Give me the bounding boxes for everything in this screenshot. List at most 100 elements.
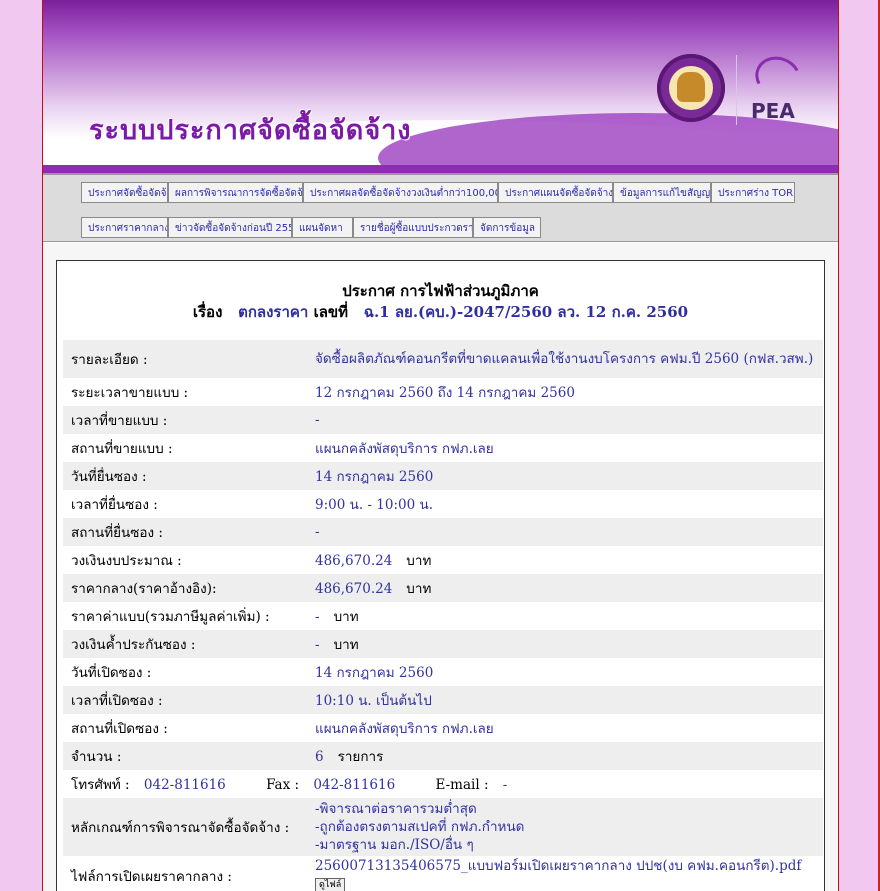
subject-value: ตกลงราคา xyxy=(238,303,309,321)
doc-price-value: - xyxy=(315,609,320,625)
fax-label: Fax : xyxy=(266,777,300,793)
email-value: - xyxy=(502,777,508,793)
description-value: จัดซื้อผลิตภัณฑ์คอนกรีตที่ขาดแคลนเพื่อใช… xyxy=(307,340,823,378)
sale-place-value: แผนกคลังพัสดุบริการ กฟภ.เลย xyxy=(307,434,823,462)
table-row: ไฟล์การเปิดเผยราคากลาง : 256007131354065… xyxy=(63,856,823,891)
submit-date-value: 14 กรกฎาคม 2560 xyxy=(307,462,823,490)
file-name-link[interactable]: 25600713135406575_แบบฟอร์มเปิดเผยราคากลา… xyxy=(315,858,817,875)
row-label: วันที่เปิดซอง : xyxy=(63,658,307,686)
row-label: สถานที่ขายแบบ : xyxy=(63,434,307,462)
budget-cell: 486,670.24 บาท xyxy=(307,546,823,574)
table-row: เวลาที่ขายแบบ : - xyxy=(63,406,823,434)
table-row: วันที่เปิดซอง : 14 กรกฎาคม 2560 xyxy=(63,658,823,686)
unit-text: รายการ xyxy=(337,749,384,765)
pea-emblem-logo xyxy=(657,54,725,122)
phone-label: โทรศัพท์ : xyxy=(71,777,130,793)
table-row: จำนวน : 6 รายการ xyxy=(63,742,823,770)
nav-procurement-plan[interactable]: ประกาศแผนจัดซื้อจัดจ้าง xyxy=(498,182,613,203)
row-label: เวลาที่ยื่นซอง : xyxy=(63,490,307,518)
doc-price-cell: - บาท xyxy=(307,602,823,630)
row-label: ระยะเวลาขายแบบ : xyxy=(63,378,307,406)
table-row: เวลาที่ยื่นซอง : 9:00 น. - 10:00 น. xyxy=(63,490,823,518)
table-row: วันที่ยื่นซอง : 14 กรกฎาคม 2560 xyxy=(63,462,823,490)
announcement-heading: ประกาศ การไฟฟ้าส่วนภูมิภาค เรื่อง ตกลงรา… xyxy=(57,261,824,323)
nav-contract-amendments[interactable]: ข้อมูลการแก้ไขสัญญา xyxy=(613,182,711,203)
table-row: โทรศัพท์ : 042-811616 Fax : 042-811616 E… xyxy=(63,770,823,798)
row-label: ราคาค่าแบบ(รวมภาษีมูลค่าเพิ่ม) : xyxy=(63,602,307,630)
quantity-cell: 6 รายการ xyxy=(307,742,823,770)
table-row: วงเงินค้ำประกันซอง : - บาท xyxy=(63,630,823,658)
criteria-line: -ถูกต้องตรงตามสเปคที่ กฟภ.กำหนด xyxy=(315,819,525,835)
unit-text: บาท xyxy=(333,637,359,653)
fax-value: 042-811616 xyxy=(313,777,396,793)
file-cell: 25600713135406575_แบบฟอร์มเปิดเผยราคากลา… xyxy=(307,856,823,891)
table-row: ระยะเวลาขายแบบ : 12 กรกฎาคม 2560 ถึง 14 … xyxy=(63,378,823,406)
banner-stripe xyxy=(43,165,838,173)
nav-row: ประกาศราคากลาง ข่าวจัดซื้อจัดจ้างก่อนปี … xyxy=(81,217,541,238)
unit-text: บาท xyxy=(406,581,432,597)
table-row: สถานที่ยื่นซอง : - xyxy=(63,518,823,546)
row-label: วันที่ยื่นซอง : xyxy=(63,462,307,490)
submit-time-value: 9:00 น. - 10:00 น. xyxy=(307,490,823,518)
table-row: รายละเอียด : จัดซื้อผลิตภัณฑ์คอนกรีตที่ข… xyxy=(63,340,823,378)
row-label: ไฟล์การเปิดเผยราคากลาง : xyxy=(63,856,307,891)
nav-procurement-results[interactable]: ผลการพิจารณาการจัดซื้อจัดจ้าง xyxy=(168,182,303,203)
site-banner: ระบบประกาศจัดซื้อจัดจ้าง PEA xyxy=(43,0,838,173)
nav-news-before-2556[interactable]: ข่าวจัดซื้อจัดจ้างก่อนปี 2556 xyxy=(168,217,292,238)
nav-bidder-list[interactable]: รายชื่อผู้ซื้อแบบประกวดราคา xyxy=(353,217,473,238)
unit-text: บาท xyxy=(333,609,359,625)
announcement-panel: ประกาศ การไฟฟ้าส่วนภูมิภาค เรื่อง ตกลงรา… xyxy=(56,260,825,891)
pea-logo-text: PEA xyxy=(751,99,795,123)
row-label: หลักเกณฑ์การพิจารณาจัดซื้อจัดจ้าง : xyxy=(63,798,307,856)
open-date-value: 14 กรกฎาคม 2560 xyxy=(307,658,823,686)
pea-logo: PEA xyxy=(736,50,807,125)
row-label: วงเงินงบประมาณ : xyxy=(63,546,307,574)
criteria-value: -พิจารณาต่อราคารวมต่ำสุด -ถูกต้องตรงตามส… xyxy=(307,798,823,856)
sale-time-value: - xyxy=(307,406,823,434)
nav-procurement-announcements[interactable]: ประกาศจัดซื้อจัดจ้าง xyxy=(81,182,168,203)
open-time-value: 10:10 น. เป็นต้นไป xyxy=(307,686,823,714)
table-row: เวลาที่เปิดซอง : 10:10 น. เป็นต้นไป xyxy=(63,686,823,714)
page-frame: ระบบประกาศจัดซื้อจัดจ้าง PEA ประกาศจัดซื… xyxy=(42,0,839,891)
subject-label: เรื่อง xyxy=(192,303,223,321)
table-row: หลักเกณฑ์การพิจารณาจัดซื้อจัดจ้าง : -พิจ… xyxy=(63,798,823,856)
main-nav: ประกาศจัดซื้อจัดจ้าง ผลการพิจารณาการจัดซ… xyxy=(43,173,838,242)
row-label: เวลาที่ขายแบบ : xyxy=(63,406,307,434)
submit-place-value: - xyxy=(307,518,823,546)
nav-reference-price[interactable]: ประกาศราคากลาง xyxy=(81,217,168,238)
row-label: จำนวน : xyxy=(63,742,307,770)
sale-period-value: 12 กรกฎาคม 2560 ถึง 14 กรกฎาคม 2560 xyxy=(307,378,823,406)
phone-value: 042-811616 xyxy=(143,777,226,793)
nav-draft-tor[interactable]: ประกาศร่าง TOR xyxy=(711,182,795,203)
table-row: ราคาค่าแบบ(รวมภาษีมูลค่าเพิ่ม) : - บาท xyxy=(63,602,823,630)
nav-results-under-100k[interactable]: ประกาศผลจัดซื้อจัดจ้างวงเงินต่ำกว่า100,0… xyxy=(303,182,498,203)
email-label: E-mail : xyxy=(435,777,489,793)
table-row: สถานที่ขายแบบ : แผนกคลังพัสดุบริการ กฟภ.… xyxy=(63,434,823,462)
table-row: สถานที่เปิดซอง : แผนกคลังพัสดุบริการ กฟภ… xyxy=(63,714,823,742)
criteria-line: -มาตรฐาน มอก./ISO/อื่น ๆ xyxy=(315,837,474,853)
details-table: รายละเอียด : จัดซื้อผลิตภัณฑ์คอนกรีตที่ข… xyxy=(63,340,823,891)
budget-value: 486,670.24 xyxy=(315,553,393,569)
view-file-button[interactable]: ดูไฟล์ xyxy=(315,878,346,891)
ref-price-value: 486,670.24 xyxy=(315,581,393,597)
row-label: เวลาที่เปิดซอง : xyxy=(63,686,307,714)
nav-supply-plan[interactable]: แผนจัดหา xyxy=(292,217,353,238)
ref-price-cell: 486,670.24 บาท xyxy=(307,574,823,602)
row-label: วงเงินค้ำประกันซอง : xyxy=(63,630,307,658)
table-row: วงเงินงบประมาณ : 486,670.24 บาท xyxy=(63,546,823,574)
announcement-subject-line: เรื่อง ตกลงราคา เลขที่ ฉ.1 ลย.(คบ.)-2047… xyxy=(57,302,824,323)
row-label: สถานที่เปิดซอง : xyxy=(63,714,307,742)
open-place-value: แผนกคลังพัสดุบริการ กฟภ.เลย xyxy=(307,714,823,742)
criteria-line: -พิจารณาต่อราคารวมต่ำสุด xyxy=(315,801,477,817)
nav-manage-data[interactable]: จัดการข้อมูล xyxy=(473,217,541,238)
nav-row: ประกาศจัดซื้อจัดจ้าง ผลการพิจารณาการจัดซ… xyxy=(81,182,795,203)
row-label: รายละเอียด : xyxy=(63,340,307,378)
unit-text: บาท xyxy=(406,553,432,569)
row-label: สถานที่ยื่นซอง : xyxy=(63,518,307,546)
number-label: เลขที่ xyxy=(313,303,349,321)
pea-swoosh-icon xyxy=(749,50,807,104)
table-row: ราคากลาง(ราคาอ้างอิง): 486,670.24 บาท xyxy=(63,574,823,602)
announcement-title: ประกาศ การไฟฟ้าส่วนภูมิภาค xyxy=(342,282,539,300)
contact-row: โทรศัพท์ : 042-811616 Fax : 042-811616 E… xyxy=(63,770,823,798)
quantity-value: 6 xyxy=(315,749,324,765)
